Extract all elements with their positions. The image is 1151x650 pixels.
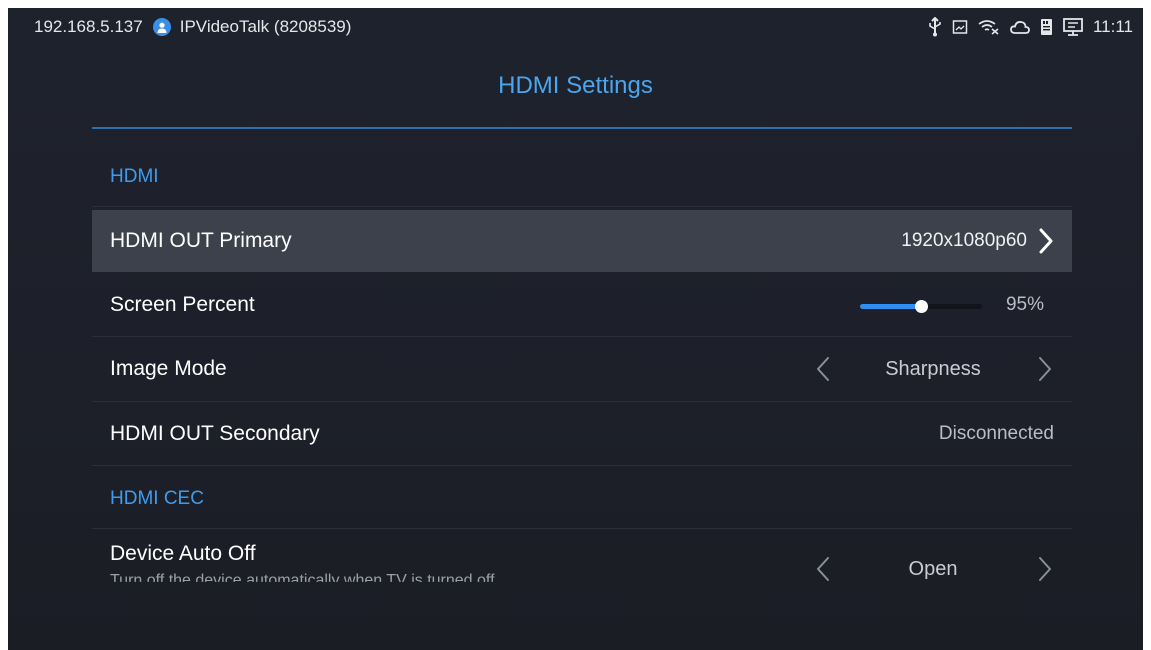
hdmi-out-secondary-value: Disconnected [938, 423, 1054, 444]
chevron-right-icon[interactable] [1038, 228, 1054, 259]
image-mode-label: Image Mode [110, 357, 227, 380]
sd-card-icon [1040, 18, 1053, 36]
device-auto-off-row[interactable]: Device Auto Off Turn off the device auto… [92, 536, 1072, 598]
hdmi-out-secondary-row[interactable]: HDMI OUT Secondary Disconnected [92, 403, 1072, 465]
device-auto-off-label: Device Auto Off [110, 542, 256, 565]
screen-percent-slider[interactable] [860, 300, 982, 313]
screen-percent-value: 95% [1005, 294, 1044, 315]
screen-capture-icon [952, 19, 968, 35]
hdmi-out-primary-row[interactable]: HDMI OUT Primary 1920x1080p60 [92, 210, 1072, 272]
hdmi-out-primary-label: HDMI OUT Primary [110, 229, 292, 252]
screen: 192.168.5.137 IPVideoTalk (8208539) 11:1… [8, 8, 1143, 650]
divider [92, 206, 1072, 207]
status-left: 192.168.5.137 IPVideoTalk (8208539) [34, 16, 351, 38]
page-title: HDMI Settings [498, 72, 653, 99]
chevron-left-icon[interactable] [816, 356, 830, 387]
section-header-hdmi-cec: HDMI CEC [110, 488, 204, 509]
account-name: IPVideoTalk (8208539) [179, 17, 352, 36]
cloud-icon [1010, 20, 1030, 34]
device-auto-off-value: Open [908, 558, 958, 580]
status-right: 11:11 [918, 16, 1133, 38]
wifi-off-icon [978, 19, 1000, 35]
chevron-right-icon[interactable] [1038, 356, 1052, 387]
section-header-hdmi: HDMI [110, 166, 159, 187]
divider [92, 465, 1072, 466]
display-output-icon [1063, 18, 1083, 36]
status-clock: 11:11 [1092, 17, 1133, 36]
status-bar: 192.168.5.137 IPVideoTalk (8208539) 11:1… [8, 8, 1143, 46]
hdmi-out-primary-value: 1920x1080p60 [901, 230, 1027, 251]
divider [92, 401, 1072, 402]
hdmi-out-secondary-label: HDMI OUT Secondary [110, 422, 320, 445]
device-auto-off-description: Turn off the device automatically when T… [110, 572, 495, 589]
ip-address: 192.168.5.137 [34, 17, 143, 36]
image-mode-row[interactable]: Image Mode Sharpness [92, 338, 1072, 400]
slider-thumb[interactable] [915, 300, 928, 313]
chevron-right-icon[interactable] [1038, 556, 1052, 587]
slider-fill [860, 304, 921, 309]
divider [92, 336, 1072, 337]
account-icon [152, 18, 171, 36]
chevron-left-icon[interactable] [816, 556, 830, 587]
divider [92, 528, 1072, 529]
image-mode-value: Sharpness [885, 358, 981, 380]
screen-percent-label: Screen Percent [110, 293, 255, 316]
screen-percent-row[interactable]: Screen Percent 95% [92, 274, 1072, 336]
title-divider [92, 127, 1072, 129]
usb-icon [928, 17, 942, 37]
